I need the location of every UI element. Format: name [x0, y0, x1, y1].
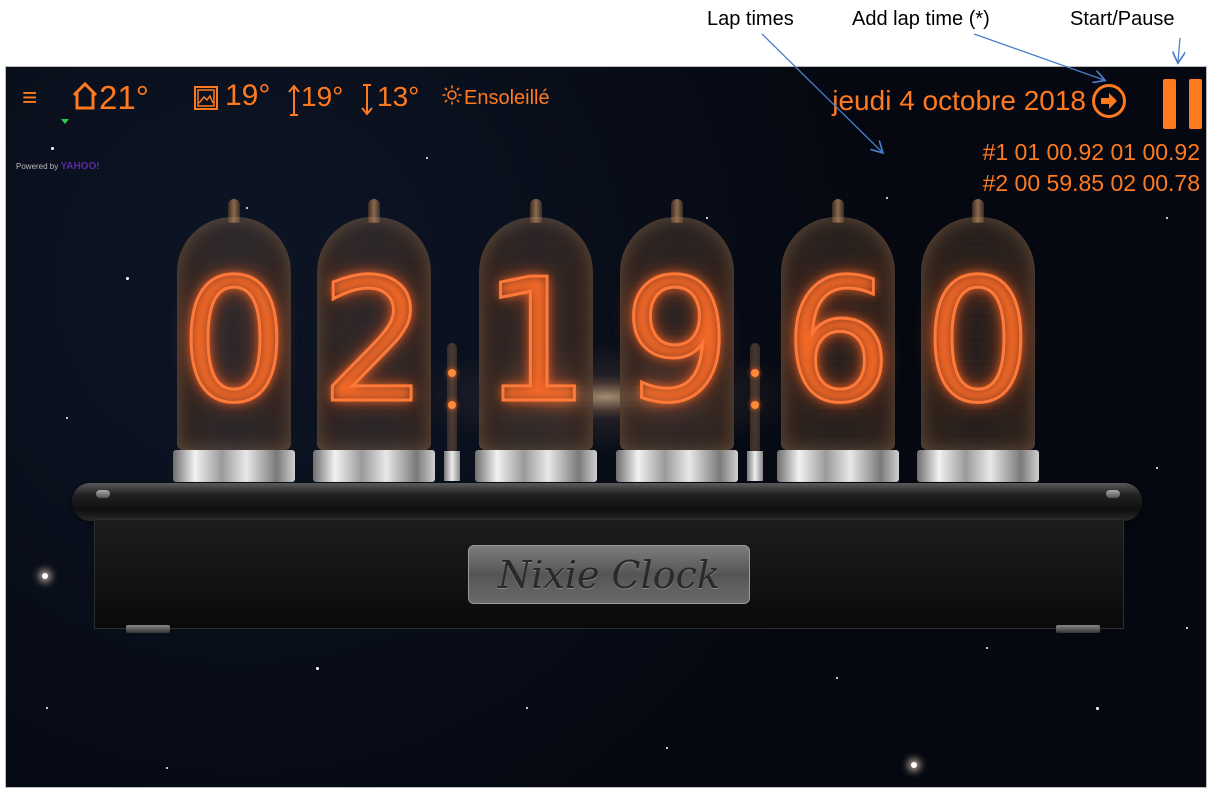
nixie-digit: 2	[318, 243, 429, 441]
nixie-tube: 6	[777, 195, 899, 482]
pause-icon	[1163, 79, 1176, 129]
arrow-to-start-pause	[1178, 37, 1180, 62]
annotation-add-lap-time: Add lap time (*)	[852, 8, 990, 30]
nixie-digit: 0	[178, 243, 289, 441]
start-pause-button[interactable]	[1163, 79, 1203, 129]
nixie-digit: 0	[922, 243, 1033, 441]
lap-time-row: #2 00 59.85 02 00.78	[982, 170, 1200, 196]
annotation-start-pause: Start/Pause	[1070, 8, 1175, 30]
nixie-digit: 1	[480, 243, 591, 441]
status-indicator	[61, 119, 69, 124]
current-date: jeudi 4 octobre 2018	[832, 85, 1086, 116]
hamburger-menu-icon[interactable]: ≡	[22, 82, 37, 113]
min-temperature-icon	[361, 84, 373, 116]
lap-time-row: #1 01 00.92 01 00.92	[982, 139, 1200, 165]
landscape-picture-icon	[194, 86, 218, 110]
nameplate: Nixie Clock	[468, 545, 750, 604]
home-icon	[72, 82, 98, 110]
arrow-right-icon	[1101, 93, 1117, 109]
max-temperature-icon	[288, 84, 300, 116]
powered-by-label: Powered by	[16, 162, 59, 171]
nameplate-text: Nixie Clock	[498, 552, 720, 597]
provider-logo: YAHOO!	[60, 161, 100, 172]
colon-neon-bulb	[747, 343, 763, 481]
nixie-tube: 9	[616, 195, 738, 482]
max-temperature: 19°	[301, 81, 344, 112]
add-lap-button[interactable]	[1092, 84, 1126, 118]
nixie-tube: 0	[917, 195, 1039, 482]
nixie-clock-app: ≡ 21° 19° 19° 13° Ensoleillé Powered by …	[5, 66, 1207, 788]
weather-condition: Ensoleillé	[464, 87, 550, 109]
outside-temperature: 19°	[225, 79, 271, 112]
annotation-lap-times: Lap times	[707, 8, 794, 30]
nixie-digit: 9	[621, 243, 732, 441]
nixie-digit: 6	[782, 243, 893, 441]
nixie-tube: 0	[173, 195, 295, 482]
nixie-tube: 2	[313, 195, 435, 482]
weather-provider-credit[interactable]: Powered by YAHOO!	[16, 161, 100, 172]
inside-temperature: 21°	[99, 79, 149, 116]
min-temperature: 13°	[377, 81, 420, 112]
top-bar: ≡ 21° 19° 19° 13° Ensoleillé Powered by …	[6, 67, 1206, 172]
colon-neon-bulb	[444, 343, 460, 481]
nixie-tube: 1	[475, 195, 597, 482]
clock-stand-top	[72, 483, 1142, 521]
sun-icon	[442, 85, 462, 105]
